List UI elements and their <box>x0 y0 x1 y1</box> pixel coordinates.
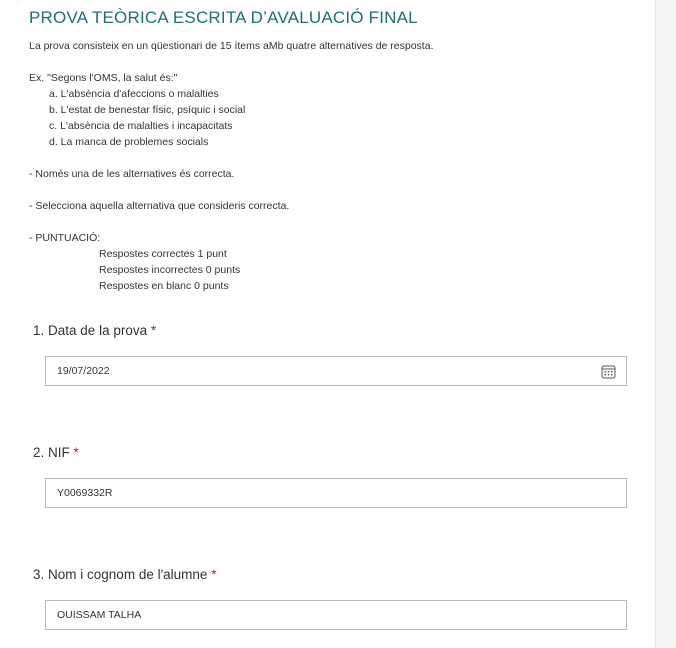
form-title: PROVA TEÒRICA ESCRITA D’AVALUACIÓ FINAL <box>29 8 418 27</box>
question-3: 3. Nom i cognom de l'alumne * <box>33 565 216 585</box>
example-option-b: b. L'estat de benestar físic, psíquic i … <box>49 104 246 116</box>
example-question: Ex. "Segons l'OMS, la salut és:" <box>29 72 178 84</box>
example-option-a: a. L'absència d'afeccions o malalties <box>49 88 219 100</box>
form-description: La prova consisteix en un qüestionari de… <box>29 38 629 294</box>
required-mark: * <box>73 445 79 460</box>
question-1-number: 1. <box>33 323 45 338</box>
scrollbar[interactable] <box>655 0 676 648</box>
question-2-title: NIF <box>48 445 70 460</box>
question-1-title: Data de la prova <box>48 323 148 338</box>
rule-select: - Selecciona aquella alternativa que con… <box>29 200 290 212</box>
student-name-input[interactable]: OUISSAM TALHA <box>45 600 627 630</box>
question-3-label: 3. Nom i cognom de l'alumne * <box>33 565 216 585</box>
question-1-label: 1. Data de la prova * <box>33 321 156 341</box>
question-2: 2. NIF * <box>33 443 79 463</box>
scoring-correct: Respostes correctes 1 punt <box>99 248 227 260</box>
description-intro: La prova consisteix en un qüestionari de… <box>29 40 434 52</box>
rule-single-correct: - Només una de les alternatives és corre… <box>29 168 235 180</box>
example-option-d: d. La manca de problemes socials <box>49 136 209 148</box>
question-2-number: 2. <box>33 445 45 460</box>
nif-input[interactable]: Y0069332R <box>45 478 627 508</box>
scoring-heading: - PUNTUACIÓ: <box>29 232 101 244</box>
question-1: 1. Data de la prova * <box>33 321 156 341</box>
student-name-value: OUISSAM TALHA <box>57 609 142 621</box>
example-option-c: c. L'absència de malalties i incapacitat… <box>49 120 233 132</box>
required-mark: * <box>211 567 217 582</box>
required-mark: * <box>150 323 157 338</box>
scoring-incorrect: Respostes incorrectes 0 punts <box>99 264 241 276</box>
date-value: 19/07/2022 <box>57 365 110 377</box>
date-input[interactable]: 19/07/2022 <box>45 356 627 386</box>
question-3-number: 3. <box>33 567 45 582</box>
question-3-title: Nom i cognom de l'alumne <box>48 567 208 582</box>
question-2-label: 2. NIF * <box>33 443 79 463</box>
calendar-icon[interactable] <box>601 364 616 379</box>
form-page: PROVA TEÒRICA ESCRITA D’AVALUACIÓ FINAL … <box>0 0 656 648</box>
scoring-blank: Respostes en blanc 0 punts <box>99 280 229 292</box>
nif-value: Y0069332R <box>57 487 113 499</box>
